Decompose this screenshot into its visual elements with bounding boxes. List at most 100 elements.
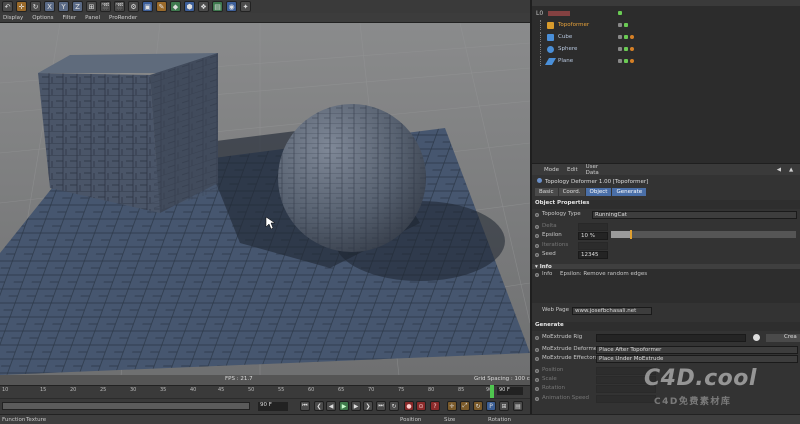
scene-button[interactable]: ▤ (212, 1, 223, 12)
x-axis-button[interactable]: X (44, 1, 55, 12)
nurbs-button[interactable]: ◆ (170, 1, 181, 12)
enabled-check-icon[interactable] (624, 47, 628, 51)
deformer-button[interactable]: ❖ (198, 1, 209, 12)
key-rotation-button[interactable]: ↻ (473, 401, 483, 411)
object-row-root[interactable]: L0 (532, 7, 800, 19)
undo-button[interactable]: ↶ (2, 1, 13, 12)
move-tool-button[interactable]: ✛ (16, 1, 27, 12)
rotate-tool-button[interactable]: ↻ (30, 1, 41, 12)
render-picture-button[interactable]: 🎬 (114, 1, 125, 12)
key-parameter-button[interactable]: P (486, 401, 496, 411)
go-to-end-button[interactable]: ⏭ (376, 401, 386, 411)
enabled-check-icon[interactable] (624, 35, 628, 39)
key-pla-button[interactable]: ⊞ (499, 401, 509, 411)
render-view-button[interactable]: 🎬 (100, 1, 111, 12)
viewport-menu-display[interactable]: Display (3, 15, 23, 21)
viewport-menu-options[interactable]: Options (32, 15, 53, 21)
visibility-icon[interactable] (618, 59, 622, 63)
animate-dot-icon[interactable] (535, 213, 539, 217)
keyframe-selection-button[interactable]: ? (430, 401, 440, 411)
play-button[interactable]: ▶ (339, 401, 349, 411)
am-menu-user-data[interactable]: User Data (586, 164, 599, 176)
y-axis-button[interactable]: Y (58, 1, 69, 12)
object-row-cube[interactable]: Cube (532, 31, 800, 43)
spline-pen-button[interactable]: ✎ (156, 1, 167, 12)
enabled-check-icon[interactable] (624, 59, 628, 63)
animate-dot-icon[interactable] (535, 234, 539, 238)
am-back-arrow-icon[interactable]: ◀ (777, 167, 781, 173)
previous-frame-button[interactable]: ◀ (326, 401, 336, 411)
animate-dot-icon[interactable] (535, 369, 539, 373)
material-tag-icon[interactable] (630, 59, 634, 63)
mograph-button[interactable]: ⬢ (184, 1, 195, 12)
visibility-icon[interactable] (618, 35, 622, 39)
next-frame-button[interactable]: ▶ (351, 401, 361, 411)
previous-key-button[interactable]: ❮ (314, 401, 324, 411)
epsilon-slider[interactable] (611, 231, 796, 238)
animate-dot-icon[interactable] (535, 253, 539, 257)
autokey-button[interactable]: ⊙ (416, 401, 426, 411)
animate-dot-icon[interactable] (535, 244, 539, 248)
tab-basic[interactable]: Basic (535, 188, 558, 196)
visibility-icon[interactable] (618, 47, 622, 51)
enabled-check-icon[interactable] (618, 11, 622, 15)
tab-generate[interactable]: Generate (612, 188, 647, 196)
3d-viewport[interactable] (0, 23, 530, 385)
loop-button[interactable]: ↻ (389, 401, 399, 411)
timeline-playhead[interactable] (490, 385, 494, 398)
animate-dot-icon[interactable] (535, 225, 539, 229)
timeline-settings-button[interactable]: ▤ (513, 401, 523, 411)
cube-primitive-button[interactable]: ▣ (142, 1, 153, 12)
am-menu-mode[interactable]: Mode (544, 167, 559, 173)
create-rig-button[interactable]: Crea (766, 334, 800, 342)
render-settings-button[interactable]: ⚙ (128, 1, 139, 12)
enabled-check-icon[interactable] (624, 23, 628, 27)
viewport-menu-prorender[interactable]: ProRender (109, 15, 137, 21)
viewport-menu-panel[interactable]: Panel (85, 15, 100, 21)
moextrude-deformer-dropdown[interactable]: Place After Topoformer (596, 346, 798, 354)
next-key-button[interactable]: ❯ (363, 401, 373, 411)
iterations-field[interactable] (578, 242, 608, 250)
bottom-menu-texture[interactable]: Texture (26, 417, 46, 423)
tab-coord[interactable]: Coord. (558, 188, 585, 196)
object-row-plane[interactable]: Plane (532, 55, 800, 67)
web-page-field[interactable]: www.josefbchasali.net (572, 307, 652, 315)
animate-dot-icon[interactable] (535, 273, 539, 277)
animate-dot-icon[interactable] (535, 348, 539, 352)
link-pick-icon[interactable] (752, 333, 761, 342)
animate-dot-icon[interactable] (535, 397, 539, 401)
seed-field[interactable]: 12345 (578, 251, 608, 259)
animation-speed-field[interactable] (596, 395, 656, 403)
animate-dot-icon[interactable] (535, 336, 539, 340)
bottom-menu-function[interactable]: Function (2, 417, 25, 423)
frame-field[interactable]: 90 F (258, 402, 288, 411)
object-row-topoformer[interactable]: Topoformer (532, 19, 800, 31)
key-scale-button[interactable]: ⤢ (460, 401, 470, 411)
epsilon-field[interactable]: 10 % (578, 232, 608, 240)
moextrude-effectors-dropdown[interactable]: Place Under MoExtrude (596, 355, 798, 363)
material-tag-icon[interactable] (630, 47, 634, 51)
animate-dot-icon[interactable] (535, 357, 539, 361)
timeline-ruler[interactable]: 10 15 20 25 30 35 40 45 50 55 60 65 70 7… (0, 385, 530, 398)
delta-field[interactable] (578, 223, 608, 231)
animate-dot-icon[interactable] (535, 387, 539, 391)
frame-range-slider[interactable] (2, 402, 250, 410)
epsilon-slider-handle[interactable] (630, 230, 632, 239)
z-axis-button[interactable]: Z (72, 1, 83, 12)
am-up-arrow-icon[interactable]: ▲ (789, 167, 793, 173)
camera-button[interactable]: ◉ (226, 1, 237, 12)
key-position-button[interactable]: ✛ (447, 401, 457, 411)
viewport-menu-filter[interactable]: Filter (63, 15, 77, 21)
record-button[interactable]: ● (404, 401, 414, 411)
visibility-icon[interactable] (618, 23, 622, 27)
material-tag-icon[interactable] (630, 35, 634, 39)
object-row-sphere[interactable]: Sphere (532, 43, 800, 55)
light-button[interactable]: ✦ (240, 1, 251, 12)
topology-type-dropdown[interactable]: RunningCat (592, 211, 797, 219)
animate-dot-icon[interactable] (535, 378, 539, 382)
am-menu-edit[interactable]: Edit (567, 167, 578, 173)
coordinate-system-button[interactable]: ⊞ (86, 1, 97, 12)
moextrude-rig-link-field[interactable] (596, 334, 746, 342)
tab-object[interactable]: Object (585, 188, 612, 196)
go-to-start-button[interactable]: ⏮ (300, 401, 310, 411)
